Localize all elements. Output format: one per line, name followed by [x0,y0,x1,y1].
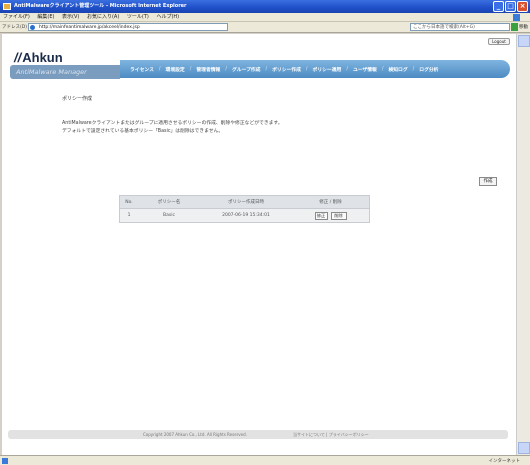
window-title: AntiMalwareクライアント管理ツール - Microsoft Inter… [14,3,187,9]
nav-policy-create[interactable]: ポリシー作成 [272,66,301,73]
row-no: 1 [127,213,131,218]
go-icon[interactable] [511,23,518,31]
ie-icon [3,3,11,10]
search-input[interactable]: ここから日本語で検索(Alt+G) [410,23,510,31]
address-label: アドレス(D) [2,25,27,30]
menu-edit[interactable]: 編集(E) [37,14,54,20]
status-bar: インターネット [0,455,530,465]
logout-button[interactable]: Logout [488,38,510,45]
row-actions: 修正 削除 [292,211,369,220]
scroll-up-icon[interactable] [518,35,530,47]
table-header-row: No. ポリシー名 ポリシー作成日時 修正 / 削除 [120,196,369,209]
nav-log-analysis[interactable]: ログ分析 [419,66,438,73]
menu-tools[interactable]: ツール(T) [127,14,149,20]
description-line-2: デフォルトで設定されている基本ポリシー「Basic」は削除はできません。 [62,129,224,134]
security-zone-label: インターネット [488,459,521,464]
maximize-button[interactable]: □ [505,1,516,12]
row-created-date: 2007-06-19 15:34:01 [222,213,270,218]
footer-links[interactable]: 当サイトについて | プライバシーポリシー [293,430,369,439]
create-policy-button[interactable]: 作成 [479,177,497,186]
windows-flag-icon [513,14,520,21]
row-policy-name: Basic [163,213,175,218]
header-created-date: ポリシー作成日時 [228,200,264,205]
url-input[interactable]: http://mainfeantimalware.jp/akceel/index… [28,23,228,31]
menubar: ファイル(F) 編集(E) 表示(V) お気に入り(A) ツール(T) ヘルプ(… [0,13,530,22]
subbrand-label: AntiMalware Manager [10,65,120,79]
menu-view[interactable]: 表示(V) [62,14,79,20]
nav-admin-info[interactable]: 管理者情報 [196,66,220,73]
description-line-1: AntiMalwareクライアントまたはグループに適用させるポリシーの作成、削除… [62,121,283,126]
nav-policy-apply[interactable]: ポリシー適用 [313,66,342,73]
delete-button[interactable]: 削除 [330,211,347,220]
copyright-text: Copyright 2007 Ahkun Co., Ltd. All Right… [143,432,247,437]
table-row: 1 Basic 2007-06-19 15:34:01 修正 削除 [120,209,369,222]
page-icon [30,25,35,30]
page-title: ポリシー作成 [62,96,93,102]
nav-detection-log[interactable]: 検知ログ [388,66,407,73]
page-footer: Copyright 2007 Ahkun Co., Ltd. All Right… [8,430,508,439]
nav-user-info[interactable]: ユーザ情報 [353,66,377,73]
site-header: //Ahkun AntiMalware Manager ライセンス / 環境設定 /… [10,48,510,84]
header-no: No. [125,199,133,205]
logo-text: Ahkun [22,50,63,65]
logo[interactable]: //Ahkun [14,50,63,65]
edit-button[interactable]: 修正 [314,211,328,220]
policy-table: No. ポリシー名 ポリシー作成日時 修正 / 削除 1 Basic 2007-… [119,195,370,223]
close-button[interactable]: × [517,1,528,12]
main-nav: ライセンス / 環境設定 / 管理者情報 / グループ作成 / ポリシー作成 / ポリシー… [120,60,510,78]
menu-favorites[interactable]: お気に入り(A) [87,14,119,20]
window-titlebar: AntiMalwareクライアント管理ツール - Microsoft Inter… [0,0,530,13]
go-label[interactable]: 移動 [519,24,528,30]
nav-license[interactable]: ライセンス [130,66,154,73]
vertical-scrollbar[interactable] [516,34,530,455]
menu-file[interactable]: ファイル(F) [3,14,30,20]
scroll-down-icon[interactable] [518,442,530,454]
minimize-button[interactable]: _ [493,1,504,12]
menu-help[interactable]: ヘルプ(H) [156,14,179,20]
nav-group-create[interactable]: グループ作成 [232,66,261,73]
page-status-icon [2,458,8,464]
address-bar: アドレス(D) http://mainfeantimalware.jp/akce… [0,22,530,33]
nav-environment[interactable]: 環境設定 [166,66,185,73]
header-policy-name: ポリシー名 [157,200,181,205]
header-actions: 修正 / 削除 [319,200,342,205]
